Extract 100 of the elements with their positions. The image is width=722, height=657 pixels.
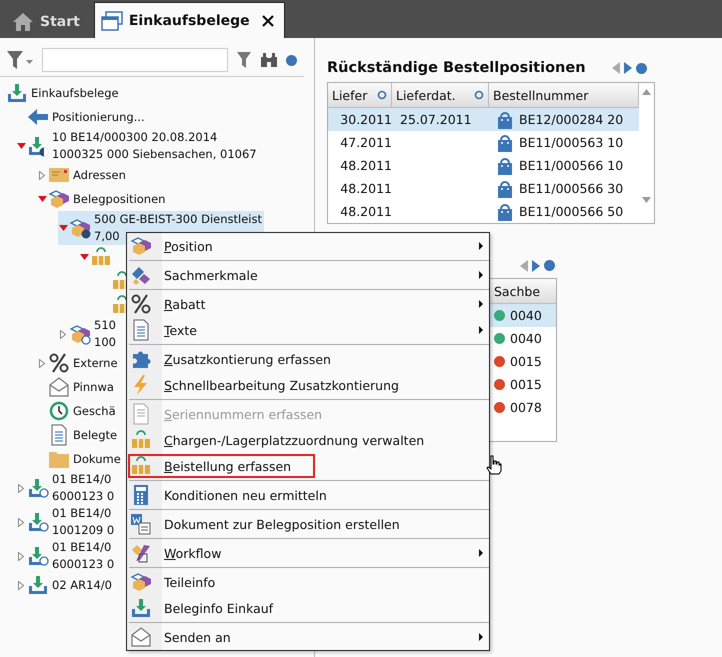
menu-item[interactable]: Sachmerkmale: [127, 262, 489, 288]
sort-icon[interactable]: [377, 90, 387, 100]
collapsed-icon[interactable]: [18, 518, 24, 526]
tree-item[interactable]: 510 100: [58, 317, 118, 351]
menu-item[interactable]: Rabatt: [127, 291, 489, 317]
next-icon[interactable]: [532, 260, 540, 272]
status-dot[interactable]: [636, 62, 647, 74]
tree-item[interactable]: Belegte: [37, 423, 120, 447]
table-cell: 0078: [510, 400, 542, 415]
tree-item[interactable]: 01 BE14/0 6000123 0: [16, 539, 116, 573]
menu-item[interactable]: Beleginfo Einkauf: [127, 595, 489, 621]
tree-item[interactable]: Positionierung...: [16, 105, 147, 129]
column-header[interactable]: Bestellnummer: [489, 83, 639, 107]
inbox-icon: [6, 82, 28, 104]
tree-item[interactable]: Adressen: [37, 163, 128, 187]
inbox-icon: [27, 545, 49, 567]
tree-item-label: Adressen: [73, 166, 126, 184]
tree-item-label: 01 BE14/0 6000123 0: [52, 539, 114, 573]
expanded-icon[interactable]: [80, 254, 88, 260]
tree-item-label: Externe: [73, 354, 118, 372]
table-cell: BE12/000284 20: [519, 112, 624, 127]
menu-item[interactable]: Workflow: [127, 540, 489, 566]
table-cell: BE11/000563 10: [519, 135, 624, 150]
window-icon: [100, 10, 123, 30]
table-row[interactable]: 0015: [488, 350, 556, 373]
workflow-icon: [130, 542, 152, 564]
filter-icon[interactable]: [236, 51, 252, 69]
tree-item[interactable]: Pinnwa: [37, 375, 116, 399]
word-document-icon: [130, 513, 152, 535]
tree-item-label: Einkaufsbelege: [31, 84, 119, 102]
menu-item[interactable]: Chargen-/Lagerplatzzuordnung verwalten: [127, 427, 489, 453]
previous-icon[interactable]: [520, 260, 528, 272]
boxes-icon: [48, 188, 70, 210]
table-row[interactable]: 30.2011 25.07.2011 BE12/000284 20: [328, 108, 639, 131]
tree-item-label: Belegpositionen: [73, 190, 166, 208]
tree-item[interactable]: 01 BE14/0 1001209 0: [16, 505, 116, 539]
tree-item[interactable]: Belegpositionen: [37, 187, 168, 211]
tree-item-label: Dokume: [73, 450, 121, 468]
tree-item-label: 10 BE14/000300 20.08.2014 1000325 000 Siebensachen, 01067: [52, 129, 257, 163]
tree-item[interactable]: 02 AR14/0: [16, 573, 114, 597]
table-row[interactable]: 0040: [488, 304, 556, 327]
column-header[interactable]: Lieferdat.: [392, 83, 489, 107]
collapsed-icon[interactable]: [60, 330, 66, 338]
next-icon[interactable]: [624, 62, 632, 74]
boxes-icon: [69, 217, 91, 239]
collapsed-icon[interactable]: [18, 484, 24, 492]
menu-item[interactable]: Zusatzkontierung erfassen: [127, 346, 489, 372]
shopping-bag-icon: [497, 180, 513, 198]
previous-icon[interactable]: [612, 62, 620, 74]
tree-item-label: Pinnwa: [73, 378, 114, 396]
tree-item[interactable]: 01 BE14/0 6000123 0: [16, 471, 116, 505]
shopping-bag-icon: [497, 110, 513, 128]
tree-item-label: 01 BE14/0 1001209 0: [52, 505, 114, 539]
binoculars-icon[interactable]: [260, 52, 278, 68]
table-row[interactable]: 48.2011 BE11/000566 10: [328, 154, 639, 177]
collapsed-icon[interactable]: [18, 552, 24, 560]
table-row[interactable]: 0040: [488, 327, 556, 350]
tree-item[interactable]: Externe: [37, 351, 120, 375]
menu-item[interactable]: Dokument zur Belegposition erstellen: [127, 511, 489, 537]
close-icon[interactable]: [262, 14, 274, 26]
status-dot[interactable]: [544, 260, 555, 271]
menu-item[interactable]: Senden an: [127, 624, 489, 650]
table-cell: 0015: [510, 354, 542, 369]
tree-item[interactable]: Einkaufsbelege: [0, 81, 121, 105]
collapsed-icon[interactable]: [39, 358, 45, 368]
table-row[interactable]: 48.2011 BE11/000566 30: [328, 177, 639, 200]
collapsed-icon[interactable]: [39, 170, 45, 180]
table-row[interactable]: 0015: [488, 373, 556, 396]
table-row[interactable]: 48.2011 BE11/000566 50: [328, 200, 639, 223]
expanded-icon[interactable]: [58, 225, 68, 231]
column-header[interactable]: Liefer: [328, 83, 392, 107]
inbox-icon: [27, 477, 49, 499]
menu-item[interactable]: Teileinfo: [127, 569, 489, 595]
tab[interactable]: Einkaufsbelege: [94, 2, 285, 38]
menu-item[interactable]: Schnellbearbeitung Zusatzkontierung: [127, 372, 489, 398]
expanded-icon[interactable]: [38, 196, 46, 202]
expanded-icon[interactable]: [16, 143, 26, 149]
menu-item[interactable]: Beistellung erfassen: [127, 453, 489, 479]
menu-item[interactable]: Texte: [127, 317, 489, 343]
menu-item[interactable]: Konditionen neu ermitteln: [127, 482, 489, 508]
table-row[interactable]: 47.2011 BE11/000563 10: [328, 131, 639, 154]
table-row[interactable]: 0078: [488, 396, 556, 419]
status-dot[interactable]: [286, 54, 297, 66]
sort-icon[interactable]: [474, 90, 484, 100]
tree-item-label: Belegte: [73, 426, 118, 444]
scroll-up-icon[interactable]: [642, 89, 651, 95]
scroll-down-icon[interactable]: [642, 197, 651, 203]
tree-item[interactable]: Geschä: [37, 399, 118, 423]
tree-item[interactable]: Dokume: [37, 447, 123, 471]
collapsed-icon[interactable]: [18, 580, 24, 590]
supply-boxes-icon: [130, 455, 152, 477]
tag-icon: [130, 264, 152, 286]
shopping-bag-icon: [497, 202, 513, 220]
boxes-icon: [130, 571, 152, 593]
home-icon: [12, 12, 34, 32]
supply-boxes-icon: [90, 246, 112, 268]
supply-boxes-icon: [130, 429, 152, 451]
filter-menu-icon[interactable]: [6, 50, 34, 70]
tree-item[interactable]: 10 BE14/000300 20.08.2014 1000325 000 Siebensachen, 01067: [16, 129, 259, 163]
search-field[interactable]: [42, 48, 228, 72]
